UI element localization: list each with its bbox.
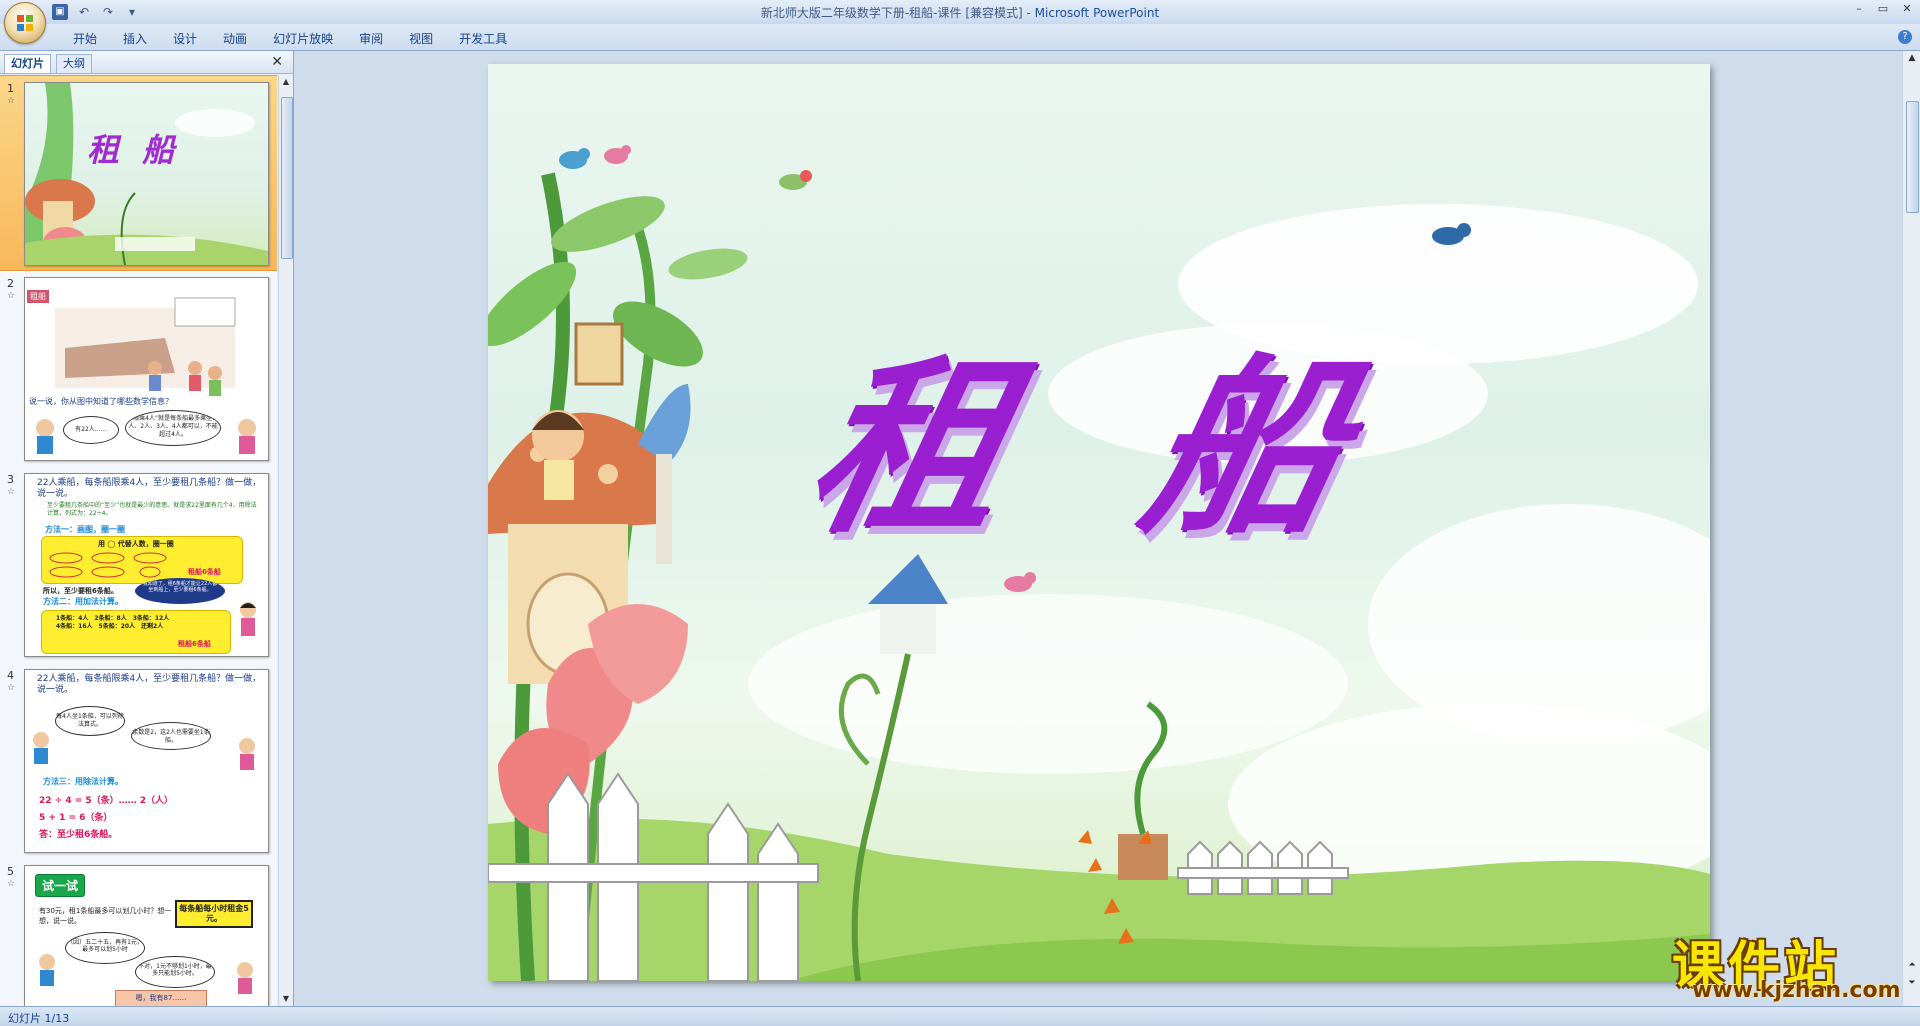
thumb-3-method1: 方法一：画图，圈一圈 [45,525,125,534]
tab-outline[interactable]: 大纲 [56,54,92,73]
slide-number: 4 [7,669,14,682]
slide-number: 5 [7,865,14,878]
transition-star-icon: ☆ [7,96,16,106]
scroll-thumb[interactable] [1906,101,1919,213]
scroll-up-icon[interactable]: ▲ [279,75,293,89]
circles-icon [49,552,167,578]
tab-view[interactable]: 视图 [396,30,446,47]
pane-tabs: 幻灯片 大纲 ✕ [0,51,293,74]
girl-icon [240,602,256,636]
status-bar: 幻灯片 1/13 [0,1006,1920,1026]
slide-number: 2 [7,277,14,290]
watermark-url: www.kjzhan.com [1692,978,1901,1003]
thumbnail-scrollbar[interactable]: ▲ ▼ [278,75,293,1006]
help-icon[interactable]: ? [1898,30,1912,44]
office-button[interactable] [4,2,46,44]
thumb-3-line1: 22人乘船，每条船限乘4人，至少要租几条船？做一做，说一说。 [37,478,262,499]
minimize-button[interactable]: – [1852,2,1866,15]
thumb-1-art [25,83,268,265]
office-logo-icon [17,15,33,31]
thumb-3-calc: 1条船：4人 2条船：8人 3条船：12人 4条船：16人 5条船：20人 还剩… [56,615,170,630]
thumb-3-box2: 1条船：4人 2条船：8人 3条船：12人 4条船：16人 5条船：20人 还剩… [41,610,231,654]
tab-insert[interactable]: 插入 [110,30,160,47]
slide-thumbnail-2[interactable]: 租船 说一说，你从图中知道了哪些数学信息？ 有22人…… “限乘4人”就是每条船… [24,277,269,461]
tab-slideshow[interactable]: 幻灯片放映 [260,30,346,47]
thumbnail-list: 1 ☆ 租 船 2 ☆ 租船 说一说，你从图中知道了哪些数学信息？ 有22人……… [0,75,277,1006]
current-slide[interactable]: 租 船 [488,64,1710,981]
window-controls: – ▭ ✕ [1852,2,1914,15]
previous-slide-icon[interactable]: ⏶ [1903,960,1920,970]
tab-design[interactable]: 设计 [160,30,210,47]
transition-star-icon: ☆ [7,683,16,693]
thumb-3-method2: 方法二：用加法计算。 [43,597,123,606]
thumb-5-art [39,954,253,994]
thumb-5-strip: 嗯，我有87…… [115,990,207,1006]
thumb-4-method3: 方法三：用除法计算。 [43,777,123,786]
thumbnail-row-2[interactable]: 2 ☆ 租船 说一说，你从图中知道了哪些数学信息？ 有22人…… “限乘4人”就… [0,271,277,465]
pane-close-icon[interactable]: ✕ [271,54,283,70]
thumb-3-box1-label: 用 ◯ 代替人数，圈一圈 [98,540,174,548]
thumb-2-bubble2: “限乘4人”就是每条船最多乘坐1人、2人、3人、4人都可以，不能超过4人。 [125,410,221,446]
thumb-2-tag: 租船 [27,290,49,303]
close-button[interactable]: ✕ [1900,2,1914,15]
thumb-2-bubble1: 有22人…… [63,416,119,444]
thumb-3-line2: 至少要租几条船中的“至少”也就是最少的意思。就是求22里面有几个4，用除法计算，… [47,502,257,517]
tab-slides[interactable]: 幻灯片 [4,54,51,73]
thumb-4-art [33,732,255,770]
tab-home[interactable]: 开始 [60,30,110,47]
tab-review[interactable]: 审阅 [346,30,396,47]
thumbnail-row-4[interactable]: 4 ☆ 22人乘船，每条船限乘4人，至少要租几条船？做一做，说一说。 每4人坐1… [0,663,277,857]
tab-animations[interactable]: 动画 [210,30,260,47]
maximize-button[interactable]: ▭ [1876,2,1890,15]
slide-counter: 幻灯片 1/13 [8,1012,70,1025]
thumb-1-title: 租 船 [87,131,181,169]
transition-star-icon: ☆ [7,487,16,497]
slide-thumbnail-3[interactable]: 22人乘船，每条船限乘4人，至少要租几条船？做一做，说一说。 至少要租几条船中的… [24,473,269,657]
thumb-3-box1: 用 ◯ 代替人数，圈一圈 租船6条船 [41,536,243,584]
thumb-3-box2-result: 租船6条船 [178,640,211,648]
tab-developer[interactable]: 开发工具 [446,30,520,47]
next-slide-icon[interactable]: ⏷ [1903,978,1920,988]
title-bar: ▣ ↶ ↷ ▾ 新北师大版二年级数学下册-租船-课件 [兼容模式] - Micr… [0,0,1920,44]
scroll-down-icon[interactable]: ▼ [279,992,293,1006]
scroll-thumb[interactable] [281,97,293,259]
thumb-3-box1-result: 租船6条船 [188,568,221,576]
slide-number: 1 [7,82,14,95]
window-title: 新北师大版二年级数学下册-租船-课件 [兼容模式] - Microsoft Po… [760,6,1160,20]
thumb-2-question: 说一说，你从图中知道了哪些数学信息？ [29,397,173,406]
thumb-4-answer: 答：至少租6条船。 [39,830,118,840]
transition-star-icon: ☆ [7,879,16,889]
thumbnail-row-3[interactable]: 3 ☆ 22人乘船，每条船限乘4人，至少要租几条船？做一做，说一说。 至少要租几… [0,467,277,661]
transition-star-icon: ☆ [7,291,16,301]
ribbon: 开始 插入 设计 动画 幻灯片放映 审阅 视图 开发工具 ? [0,24,1920,51]
thumb-4-eq2: 5 + 1 = 6（条） [39,813,113,823]
ribbon-tabs: 开始 插入 设计 动画 幻灯片放映 审阅 视图 开发工具 [60,30,520,47]
slides-pane: 幻灯片 大纲 ✕ 1 ☆ 租 船 2 ☆ 租船 说一说，你从图中知道了哪些数学信… [0,51,294,1006]
slide-thumbnail-4[interactable]: 22人乘船，每条船限乘4人，至少要租几条船？做一做，说一说。 每4人坐1条船，可… [24,669,269,853]
slide-thumbnail-5[interactable]: 试一试 有30元，租1条船最多可以划几小时？想一想，说一说。 每条船每小时租金5… [24,865,269,1006]
thumb-3-cloud: 我知道了，租6条船才能让22人都坐到船上，至少要租6条船。 [135,578,225,604]
thumb-4-eq1: 22 ÷ 4 = 5（条）…… 2（人） [39,796,174,806]
scroll-up-icon[interactable]: ▲ [1903,53,1920,63]
thumbnail-row-1[interactable]: 1 ☆ 租 船 [0,75,277,271]
slide-thumbnail-1[interactable]: 租 船 [24,82,269,266]
watermark-logo: 课件站 www.kjzhan.com [1672,924,1902,1004]
slide-scrollbar[interactable]: ▲ ⏶ ⏷ [1902,51,1920,1006]
slide-editing-area: 租 船 课件站 www.kjzhan.com [294,51,1902,1006]
slide-title[interactable]: 租 船 [789,294,1414,569]
slide-number: 3 [7,473,14,486]
thumbnail-row-5[interactable]: 5 ☆ 试一试 有30元，租1条船最多可以划几小时？想一想，说一说。 每条船每小… [0,859,277,1006]
